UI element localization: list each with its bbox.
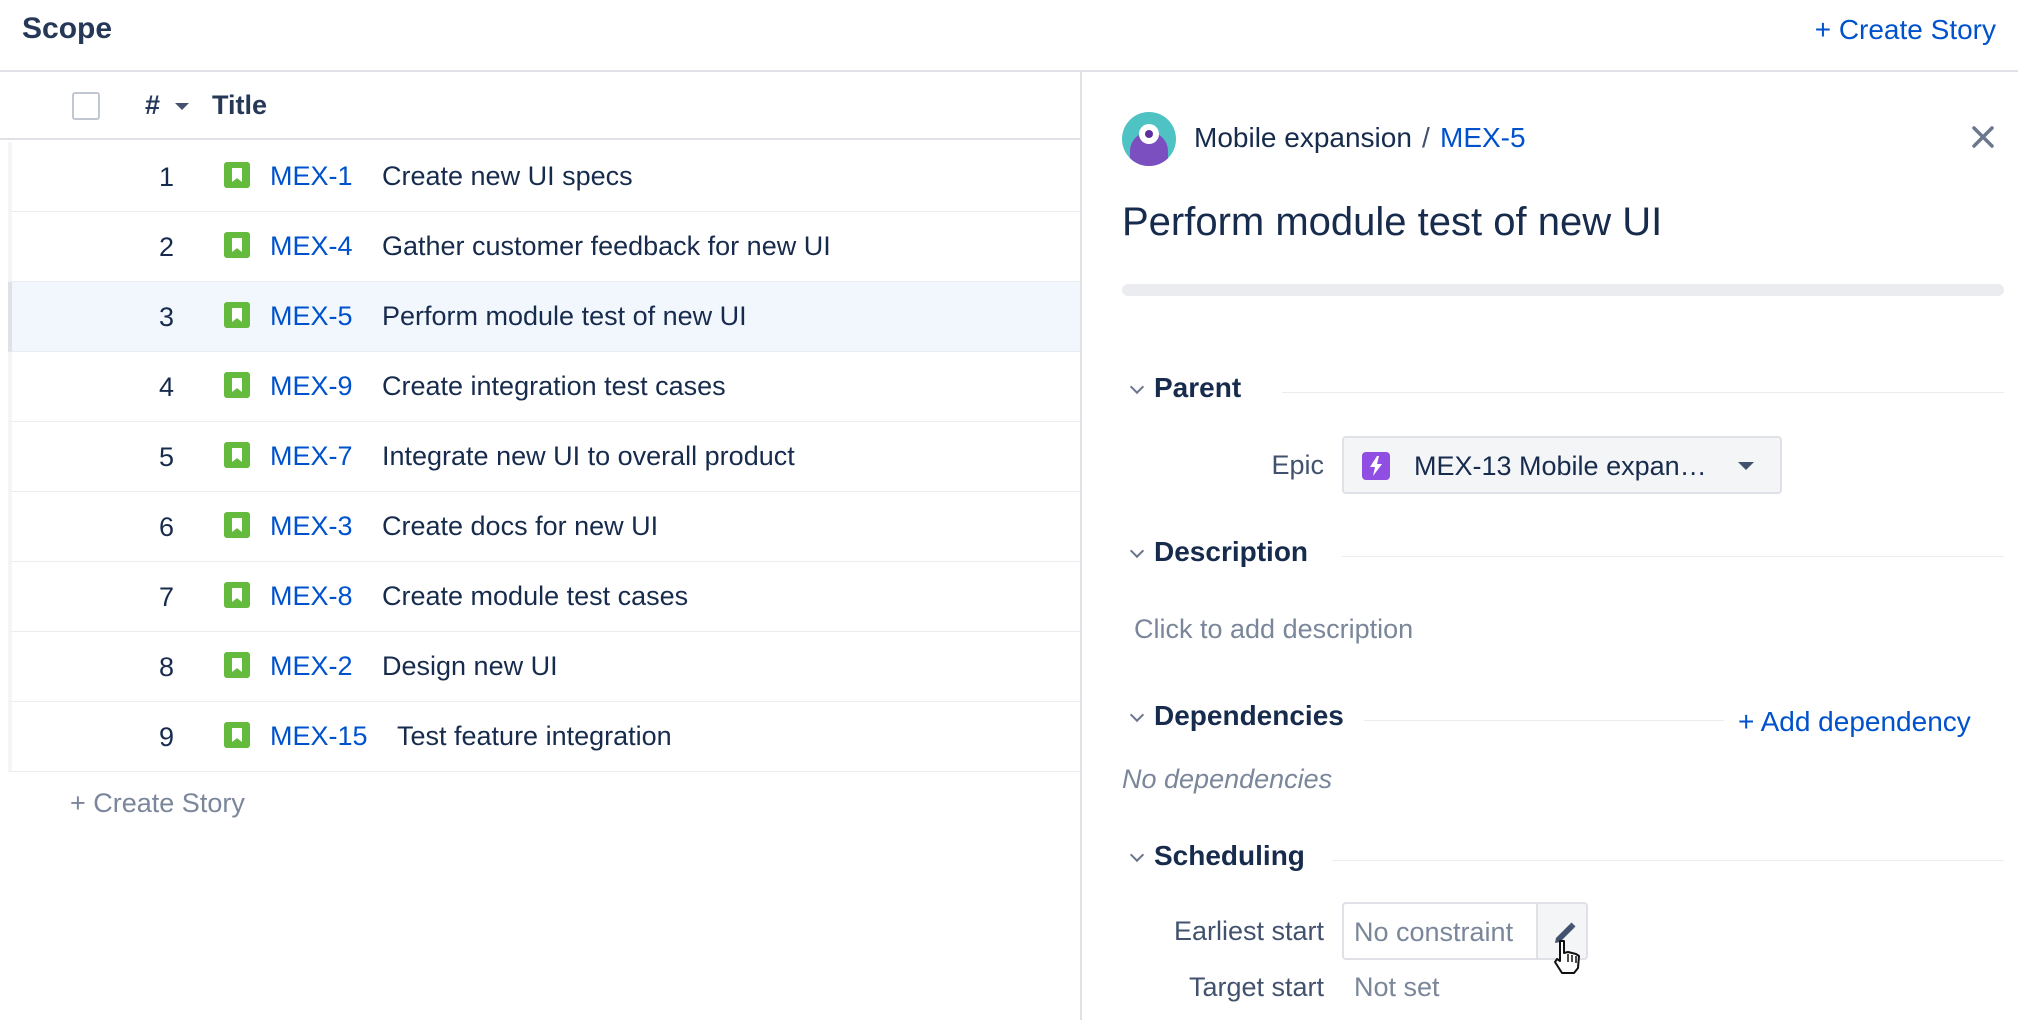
description-placeholder[interactable]: Click to add description <box>1134 614 1413 645</box>
issue-key-link[interactable]: MEX-2 <box>270 651 353 682</box>
sort-caret-icon[interactable] <box>175 103 189 110</box>
story-bookmark-icon <box>224 162 250 188</box>
issue-summary[interactable]: Perform module test of new UI <box>382 301 747 332</box>
story-table: # Title 1 MEX-1 Create new UI specs 2 ME… <box>0 72 1080 1020</box>
breadcrumb-separator: / <box>1422 122 1430 153</box>
epic-select[interactable]: MEX-13 Mobile expan… <box>1342 436 1782 494</box>
select-all-checkbox[interactable] <box>72 92 100 120</box>
create-story-inline-button[interactable]: + Create Story <box>70 788 245 819</box>
table-row[interactable]: 2 MEX-4 Gather customer feedback for new… <box>8 212 1080 282</box>
story-bookmark-icon <box>224 652 250 678</box>
section-description[interactable]: Description <box>1154 536 1308 568</box>
table-row[interactable]: 4 MEX-9 Create integration test cases <box>8 352 1080 422</box>
issue-key-link[interactable]: MEX-4 <box>270 231 353 262</box>
chevron-down-icon[interactable] <box>1129 847 1145 863</box>
section-parent[interactable]: Parent <box>1154 372 1241 404</box>
row-number: 9 <box>158 722 174 752</box>
issue-summary[interactable]: Test feature integration <box>397 721 672 752</box>
issue-summary[interactable]: Gather customer feedback for new UI <box>382 231 831 262</box>
epic-value: MEX-13 Mobile expan… <box>1414 451 1707 481</box>
row-number: 7 <box>158 582 174 612</box>
issue-key-link[interactable]: MEX-7 <box>270 441 353 472</box>
issue-key-link[interactable]: MEX-5 <box>270 301 353 332</box>
story-bookmark-icon <box>224 302 250 328</box>
column-header-number[interactable]: # <box>145 90 160 121</box>
epic-label: Epic <box>1271 450 1324 480</box>
table-row[interactable]: 8 MEX-2 Design new UI <box>8 632 1080 702</box>
section-divider <box>1282 392 2004 393</box>
scope-header: Scope + Create Story <box>0 0 2018 72</box>
issue-key-link[interactable]: MEX-15 <box>270 721 368 752</box>
table-header: # Title <box>0 72 1080 140</box>
issue-summary[interactable]: Create module test cases <box>382 581 688 612</box>
issue-summary[interactable]: Create new UI specs <box>382 161 633 192</box>
target-start-value[interactable]: Not set <box>1354 972 1440 1003</box>
earliest-start-value: No constraint <box>1354 917 1514 947</box>
story-bookmark-icon <box>224 232 250 258</box>
create-story-button[interactable]: + Create Story <box>1815 14 1996 46</box>
hand-pointer-icon <box>1552 938 1582 979</box>
issue-summary[interactable]: Integrate new UI to overall product <box>382 441 795 472</box>
breadcrumb-issue-key[interactable]: MEX-5 <box>1440 122 1526 154</box>
lightning-icon <box>1362 452 1390 480</box>
issue-key-link[interactable]: MEX-8 <box>270 581 353 612</box>
table-row[interactable]: 9 MEX-15 Test feature integration <box>8 702 1080 772</box>
row-number: 4 <box>158 372 174 402</box>
table-row[interactable]: 1 MEX-1 Create new UI specs <box>8 142 1080 212</box>
row-number: 1 <box>158 162 174 192</box>
page-title: Scope <box>22 12 113 45</box>
story-bookmark-icon <box>224 442 250 468</box>
issue-summary[interactable]: Create integration test cases <box>382 371 726 402</box>
table-row[interactable]: 7 MEX-8 Create module test cases <box>8 562 1080 632</box>
section-dependencies[interactable]: Dependencies <box>1154 700 1344 732</box>
table-row-selected[interactable]: 3 MEX-5 Perform module test of new UI <box>8 282 1080 352</box>
progress-bar <box>1122 284 2004 296</box>
row-number: 8 <box>158 652 174 682</box>
earliest-start-field[interactable]: No constraint <box>1342 902 1538 960</box>
row-number: 2 <box>158 232 174 262</box>
close-icon[interactable] <box>1970 124 1996 150</box>
story-bookmark-icon <box>224 372 250 398</box>
chevron-down-icon <box>1738 462 1754 470</box>
table-rows: 1 MEX-1 Create new UI specs 2 MEX-4 Gath… <box>8 142 1080 772</box>
section-divider <box>1364 720 1724 721</box>
chevron-down-icon[interactable] <box>1129 543 1145 559</box>
no-dependencies-text: No dependencies <box>1122 764 1333 794</box>
story-bookmark-icon <box>224 582 250 608</box>
breadcrumb-project[interactable]: Mobile expansion <box>1194 122 1412 154</box>
row-number: 5 <box>158 442 174 472</box>
issue-summary[interactable]: Create docs for new UI <box>382 511 658 542</box>
section-scheduling[interactable]: Scheduling <box>1154 840 1305 872</box>
add-dependency-button[interactable]: + Add dependency <box>1738 706 1971 738</box>
issue-detail-panel: Mobile expansion / MEX-5 Perform module … <box>1082 72 2018 1020</box>
earliest-start-label: Earliest start <box>1173 916 1324 946</box>
issue-title[interactable]: Perform module test of new UI <box>1122 200 1662 245</box>
table-row[interactable]: 6 MEX-3 Create docs for new UI <box>8 492 1080 562</box>
story-bookmark-icon <box>224 722 250 748</box>
issue-key-link[interactable]: MEX-1 <box>270 161 353 192</box>
table-row[interactable]: 5 MEX-7 Integrate new UI to overall prod… <box>8 422 1080 492</box>
issue-summary[interactable]: Design new UI <box>382 651 558 682</box>
chevron-down-icon[interactable] <box>1129 707 1145 723</box>
row-number: 6 <box>158 512 174 542</box>
story-bookmark-icon <box>224 512 250 538</box>
column-header-title[interactable]: Title <box>212 90 267 121</box>
chevron-down-icon[interactable] <box>1129 379 1145 395</box>
section-divider <box>1332 860 2004 861</box>
issue-key-link[interactable]: MEX-9 <box>270 371 353 402</box>
section-divider <box>1342 556 2004 557</box>
target-start-label: Target start <box>1188 972 1324 1002</box>
issue-key-link[interactable]: MEX-3 <box>270 511 353 542</box>
row-number: 3 <box>158 302 174 332</box>
project-avatar-icon <box>1122 112 1176 166</box>
